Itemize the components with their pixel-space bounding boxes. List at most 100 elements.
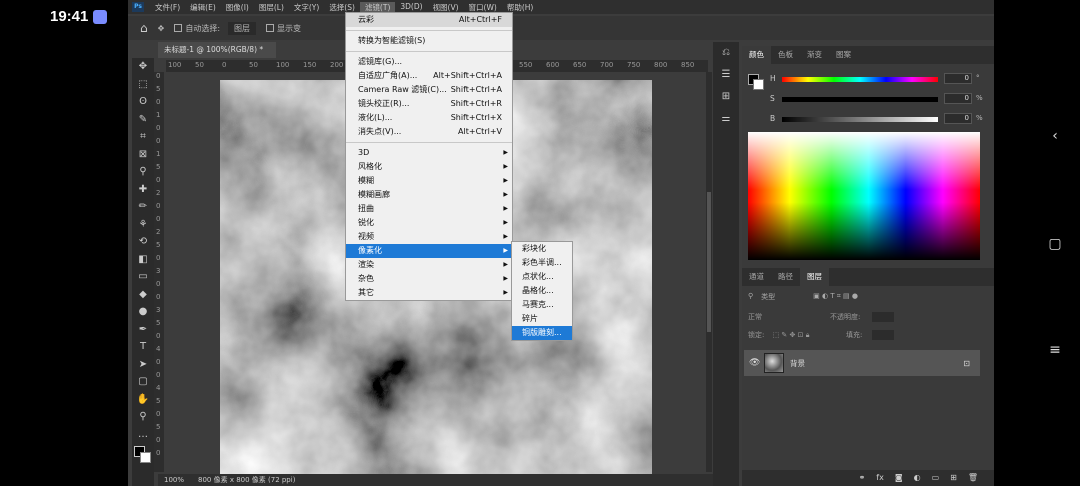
fill-field[interactable] (872, 330, 894, 340)
zoom-tool-icon[interactable]: ⚲ (132, 408, 154, 426)
new-group-icon[interactable]: ▭ (932, 470, 940, 486)
menu-0[interactable]: 文件(F) (150, 2, 185, 13)
home-icon[interactable]: ⌂ (140, 21, 148, 35)
channel-value-field[interactable]: 0 (944, 73, 972, 84)
menu-7[interactable]: 3D(D) (395, 2, 427, 13)
menu-item-submenu[interactable]: 模糊 ▶ (346, 174, 512, 188)
menu-item-submenu[interactable]: 风格化 ▶ (346, 160, 512, 174)
tab-color-panel[interactable]: 图案 (829, 46, 858, 64)
menu-item-filter[interactable]: Camera Raw 滤镜(C)... Shift+Ctrl+A (346, 83, 512, 97)
channel-gradient[interactable] (782, 77, 938, 82)
home-nav-icon[interactable]: ▢ (1048, 236, 1062, 252)
link-layers-icon[interactable]: ⚭ (859, 470, 866, 486)
menu-item-filter[interactable]: 镜头校正(R)... Shift+Ctrl+R (346, 97, 512, 111)
submenu-item[interactable]: 碎片 (512, 312, 572, 326)
menu-9[interactable]: 窗口(W) (464, 2, 502, 13)
menu-item-smart-filter[interactable]: 转换为智能滤镜(S) (346, 34, 512, 48)
menu-item-submenu[interactable]: 视频 ▶ (346, 230, 512, 244)
tab-color-panel[interactable]: 颜色 (742, 46, 771, 64)
healing-tool-icon[interactable]: ✚ (132, 181, 154, 199)
vertical-scrollbar[interactable] (706, 72, 712, 472)
menu-5[interactable]: 选择(S) (324, 2, 360, 13)
marquee-tool-icon[interactable]: ⬚ (132, 76, 154, 94)
opacity-field[interactable] (872, 312, 894, 322)
move-tool-icon[interactable]: ✥ (158, 24, 165, 33)
fx-icon[interactable]: fx (876, 470, 884, 486)
auto-select-dropdown[interactable]: 图层 (228, 21, 257, 35)
lock-icons[interactable]: ⬚ ✎ ✥ ⊡ 🔒︎ (773, 331, 810, 339)
channel-value-field[interactable]: 0 (944, 113, 972, 124)
visibility-eye-icon[interactable]: 👁︎ (749, 358, 760, 368)
path-select-tool-icon[interactable]: ➤ (132, 356, 154, 374)
menu-item-filter[interactable]: 消失点(V)... Alt+Ctrl+V (346, 125, 512, 139)
zoom-level[interactable]: 100% (164, 474, 184, 486)
menu-item-submenu[interactable]: 扭曲 ▶ (346, 202, 512, 216)
menu-item-submenu[interactable]: 锐化 ▶ (346, 216, 512, 230)
menu-item-submenu[interactable]: 3D ▶ (346, 146, 512, 160)
channel-slider[interactable]: H 0 ° (770, 73, 994, 88)
layer-row-background[interactable]: 👁︎ 背景 ⊡ (744, 350, 980, 376)
tab-color-panel[interactable]: 色板 (771, 46, 800, 64)
channel-value-field[interactable]: 0 (944, 93, 972, 104)
channel-slider[interactable]: S 0% (770, 93, 994, 108)
menu-item-filter[interactable]: 自适应广角(A)... Alt+Shift+Ctrl+A (346, 69, 512, 83)
tab-layers-panel[interactable]: 通道 (742, 268, 771, 286)
properties-panel-icon[interactable]: ☰ (713, 64, 739, 86)
layer-kind-dropdown[interactable]: 类型 (761, 292, 775, 304)
menu-1[interactable]: 编辑(E) (185, 2, 221, 13)
document-tab[interactable]: 未标题-1 @ 100%(RGB/8) * × (158, 42, 276, 70)
brush-tool-icon[interactable]: ✏ (132, 198, 154, 216)
submenu-item[interactable]: 点状化... (512, 270, 572, 284)
tab-layers-panel[interactable]: 路径 (771, 268, 800, 286)
eyedropper-tool-icon[interactable]: ⚲ (132, 163, 154, 181)
menu-item-submenu[interactable]: 模糊画廊 ▶ (346, 188, 512, 202)
blur-tool-icon[interactable]: ◆ (132, 286, 154, 304)
menu-item-submenu[interactable]: 其它 ▶ (346, 286, 512, 300)
submenu-item[interactable]: 彩色半调... (512, 256, 572, 270)
color-swatches-icon[interactable] (132, 443, 154, 469)
menu-2[interactable]: 图像(I) (221, 2, 254, 13)
submenu-item[interactable]: 晶格化... (512, 284, 572, 298)
submenu-item[interactable]: 马赛克... (512, 298, 572, 312)
crop-tool-icon[interactable]: ⌗ (132, 128, 154, 146)
menu-10[interactable]: 帮助(H) (502, 2, 539, 13)
stamp-tool-icon[interactable]: ⚘ (132, 216, 154, 234)
menu-4[interactable]: 文字(Y) (289, 2, 324, 13)
channel-gradient[interactable] (782, 97, 938, 102)
menu-3[interactable]: 图层(L) (254, 2, 289, 13)
add-mask-icon[interactable]: ◙ (895, 470, 903, 486)
menu-item-submenu[interactable]: 渲染 ▶ (346, 258, 512, 272)
frame-tool-icon[interactable]: ⊠ (132, 146, 154, 164)
pen-tool-icon[interactable]: ✒ (132, 321, 154, 339)
hand-tool-icon[interactable]: ✋ (132, 391, 154, 409)
submenu-item[interactable]: 铜版雕刻... (512, 326, 572, 340)
brush-settings-icon[interactable]: ⚌ (713, 108, 739, 130)
lasso-tool-icon[interactable]: ʘ (132, 93, 154, 111)
type-tool-icon[interactable]: T (132, 338, 154, 356)
menu-8[interactable]: 视图(V) (428, 2, 464, 13)
filter-icons[interactable]: ▣ ◐ T ⌗ ▤ ● (813, 292, 858, 304)
tab-color-panel[interactable]: 渐变 (800, 46, 829, 64)
scrollbar-thumb[interactable] (707, 192, 711, 332)
history-panel-icon[interactable]: ⎌ (713, 42, 739, 64)
dodge-tool-icon[interactable]: ● (132, 303, 154, 321)
show-transform-checkbox[interactable] (266, 24, 275, 32)
eraser-tool-icon[interactable]: ◧ (132, 251, 154, 269)
back-nav-icon[interactable]: ‹ (1048, 128, 1062, 144)
channel-gradient[interactable] (782, 117, 938, 122)
menu-item-filter[interactable]: 滤镜库(G)... (346, 55, 512, 69)
delete-layer-icon[interactable]: 🗑︎ (968, 470, 978, 486)
adjustments-panel-icon[interactable]: ⊞ (713, 86, 739, 108)
quick-select-tool-icon[interactable]: ✎ (132, 111, 154, 129)
submenu-item[interactable]: 彩块化 (512, 242, 572, 256)
channel-slider[interactable]: B 0% (770, 113, 994, 128)
history-brush-tool-icon[interactable]: ⟲ (132, 233, 154, 251)
new-layer-icon[interactable]: ⊞ (950, 470, 957, 486)
blend-mode-dropdown[interactable]: 正常 (748, 313, 762, 321)
move-tool-icon[interactable]: ✥ (132, 58, 154, 76)
menu-6[interactable]: 滤镜(T) (359, 1, 396, 13)
more-tools-icon[interactable]: … (132, 426, 154, 444)
fg-bg-swatch[interactable] (748, 74, 764, 90)
adjustment-layer-icon[interactable]: ◐ (914, 470, 921, 486)
auto-select-checkbox[interactable] (174, 24, 183, 32)
